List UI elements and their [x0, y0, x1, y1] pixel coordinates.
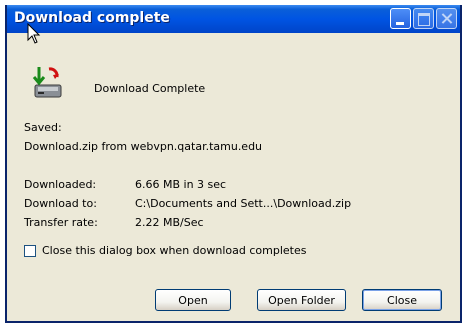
download-to-label: Download to: [24, 197, 97, 210]
saved-label: Saved: [24, 121, 62, 134]
download-to-value: C:\Documents and Sett...\Download.zip [135, 197, 352, 210]
title-bar[interactable]: Download complete [7, 5, 460, 33]
mouse-cursor-icon [27, 23, 41, 44]
transfer-rate-value: 2.22 MB/Sec [135, 216, 204, 229]
download-complete-icon [32, 67, 62, 98]
downloaded-label: Downloaded: [24, 178, 97, 191]
download-complete-dialog: Download complete Download Complete Save… [5, 5, 462, 323]
minimize-button[interactable] [390, 8, 411, 29]
close-window-button[interactable] [436, 8, 457, 29]
transfer-rate-label: Transfer rate: [24, 216, 98, 229]
open-folder-button[interactable]: Open Folder [257, 289, 346, 311]
close-button[interactable]: Close [362, 289, 442, 311]
downloaded-value: 6.66 MB in 3 sec [135, 178, 227, 191]
download-status-heading: Download Complete [94, 82, 206, 95]
maximize-button[interactable] [413, 8, 434, 29]
close-when-complete-label[interactable]: Close this dialog box when download comp… [42, 244, 306, 257]
saved-file-source: Download.zip from webvpn.qatar.tamu.edu [24, 140, 263, 153]
open-button[interactable]: Open [155, 289, 231, 311]
close-when-complete-checkbox[interactable] [24, 245, 36, 257]
